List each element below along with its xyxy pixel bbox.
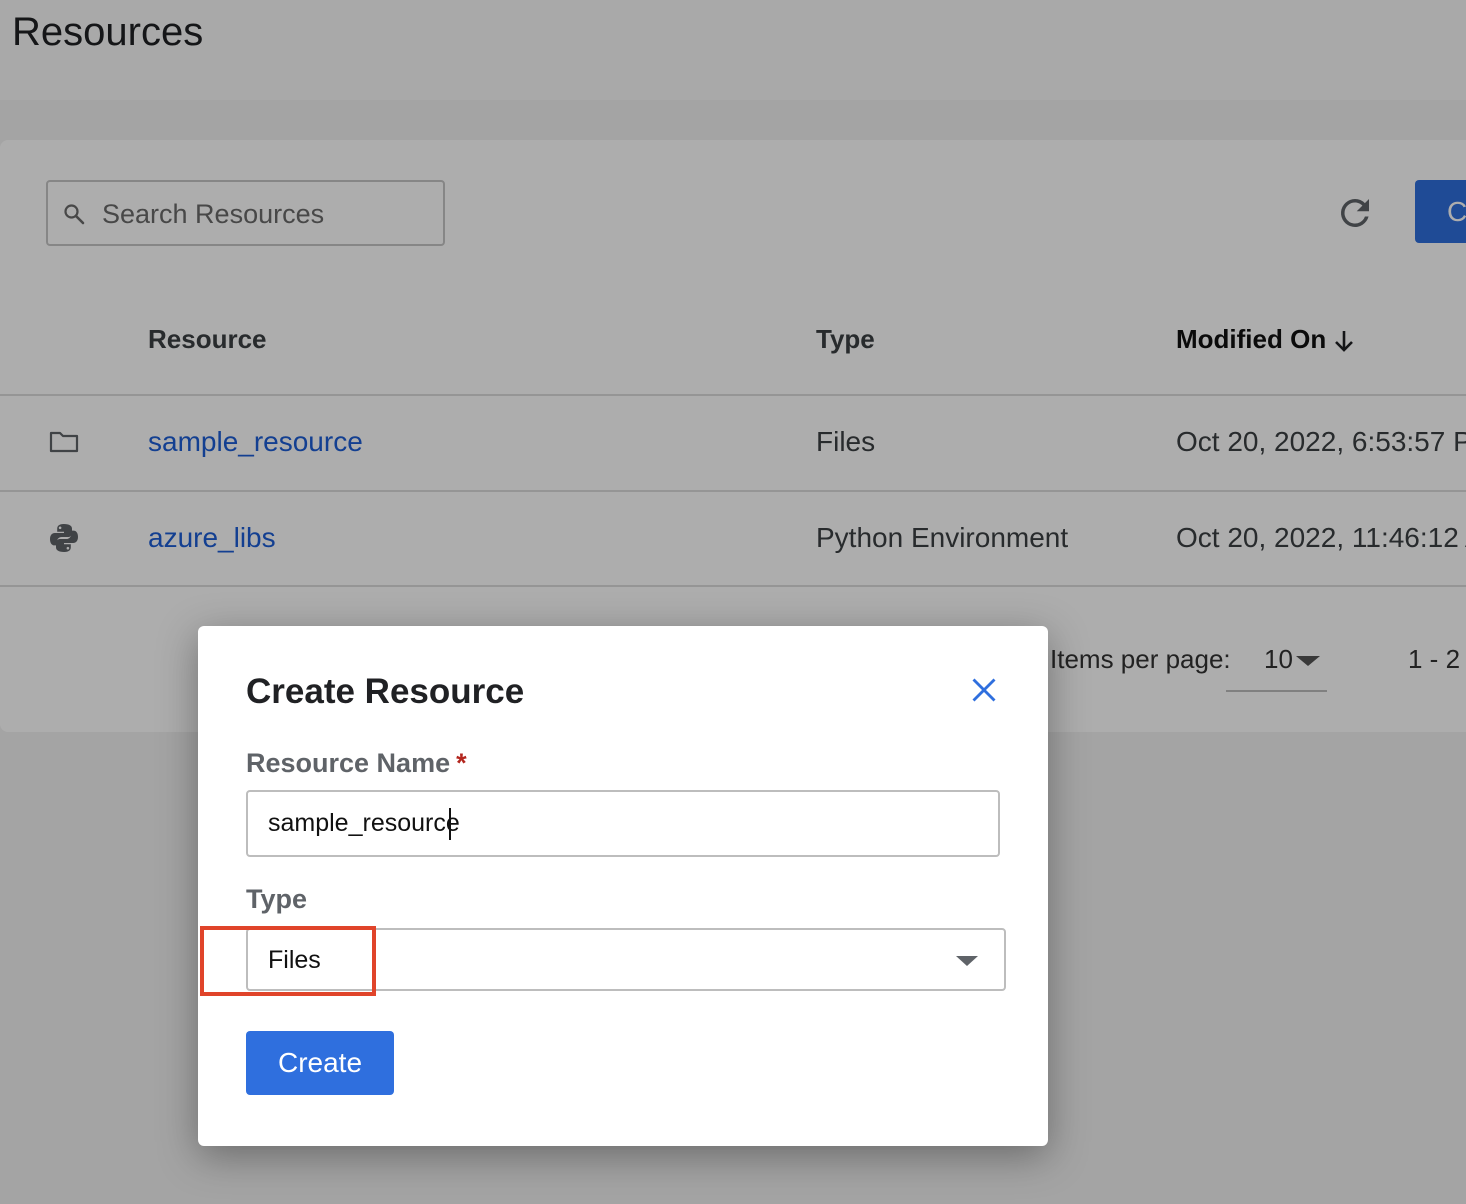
- create-button[interactable]: Create: [246, 1031, 394, 1095]
- text-cursor: [449, 808, 451, 840]
- type-select[interactable]: Files: [246, 928, 1006, 991]
- caret-down-icon: [956, 956, 978, 966]
- resource-name-label-text: Resource Name: [246, 748, 451, 778]
- close-icon[interactable]: [970, 676, 998, 704]
- dialog-title: Create Resource: [246, 672, 525, 711]
- type-select-value: Files: [268, 946, 321, 974]
- resource-name-input[interactable]: [246, 790, 1000, 857]
- create-resource-dialog: Create Resource Resource Name* Type File…: [198, 626, 1048, 1146]
- type-label: Type: [246, 884, 308, 914]
- resource-name-label: Resource Name *: [246, 748, 467, 779]
- required-marker: *: [456, 748, 467, 778]
